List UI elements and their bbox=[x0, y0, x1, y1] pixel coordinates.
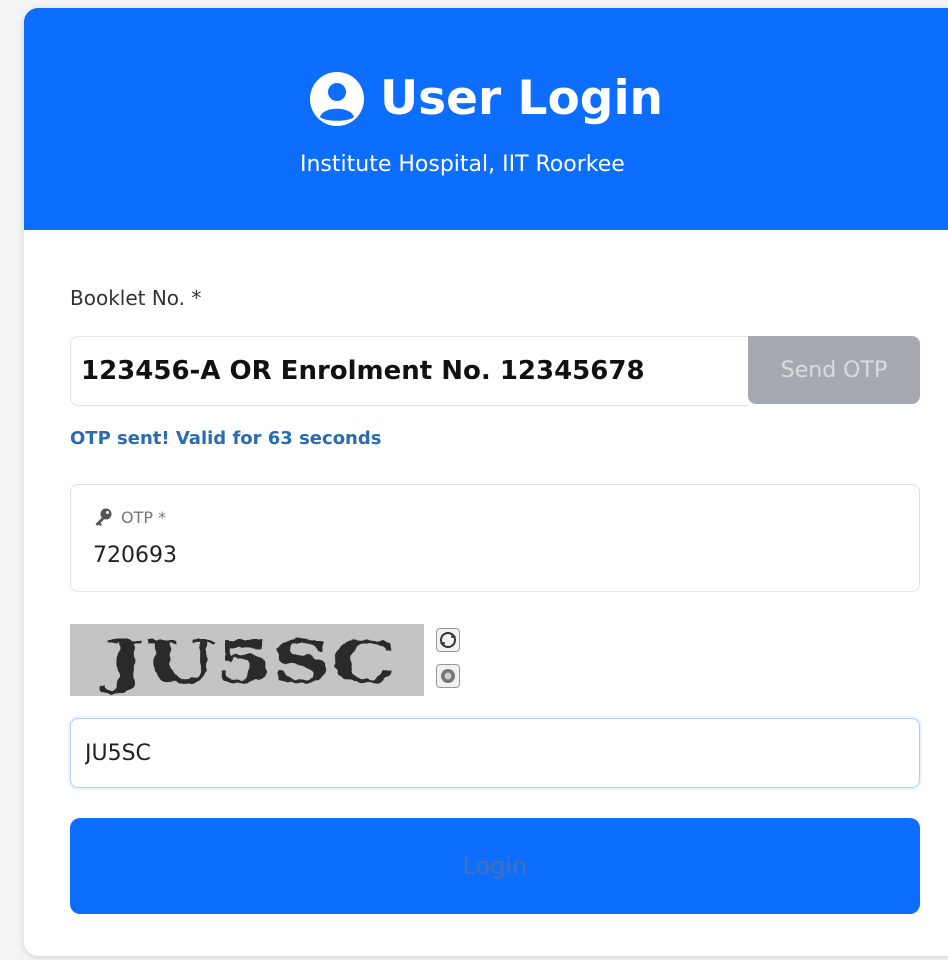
login-button[interactable]: Login bbox=[70, 818, 920, 914]
otp-field[interactable]: OTP * 720693 bbox=[70, 484, 920, 592]
captcha-audio-button[interactable] bbox=[436, 664, 460, 688]
otp-value[interactable]: 720693 bbox=[93, 543, 177, 568]
otp-status-message: OTP sent! Valid for 63 seconds bbox=[70, 428, 382, 449]
page-subtitle: Institute Hospital, IIT Roorkee bbox=[300, 152, 625, 177]
page-title: User Login bbox=[380, 71, 664, 126]
captcha-text: JU5SC bbox=[99, 628, 396, 696]
login-header: User Login Institute Hospital, IIT Roork… bbox=[24, 8, 948, 230]
audio-icon bbox=[441, 669, 455, 683]
otp-label: OTP * bbox=[93, 507, 166, 527]
key-icon bbox=[95, 508, 112, 526]
title-row: User Login bbox=[308, 70, 663, 128]
refresh-icon bbox=[440, 632, 456, 648]
user-circle-icon bbox=[310, 72, 364, 126]
captcha-input[interactable] bbox=[70, 718, 920, 788]
booklet-input[interactable] bbox=[70, 336, 748, 406]
booklet-label: Booklet No. * bbox=[70, 286, 202, 310]
send-otp-button[interactable]: Send OTP bbox=[748, 336, 920, 404]
login-card: User Login Institute Hospital, IIT Roork… bbox=[24, 8, 948, 956]
captcha-refresh-button[interactable] bbox=[436, 628, 460, 652]
captcha-image: JU5SC bbox=[70, 624, 424, 696]
otp-label-text: OTP * bbox=[121, 507, 167, 527]
